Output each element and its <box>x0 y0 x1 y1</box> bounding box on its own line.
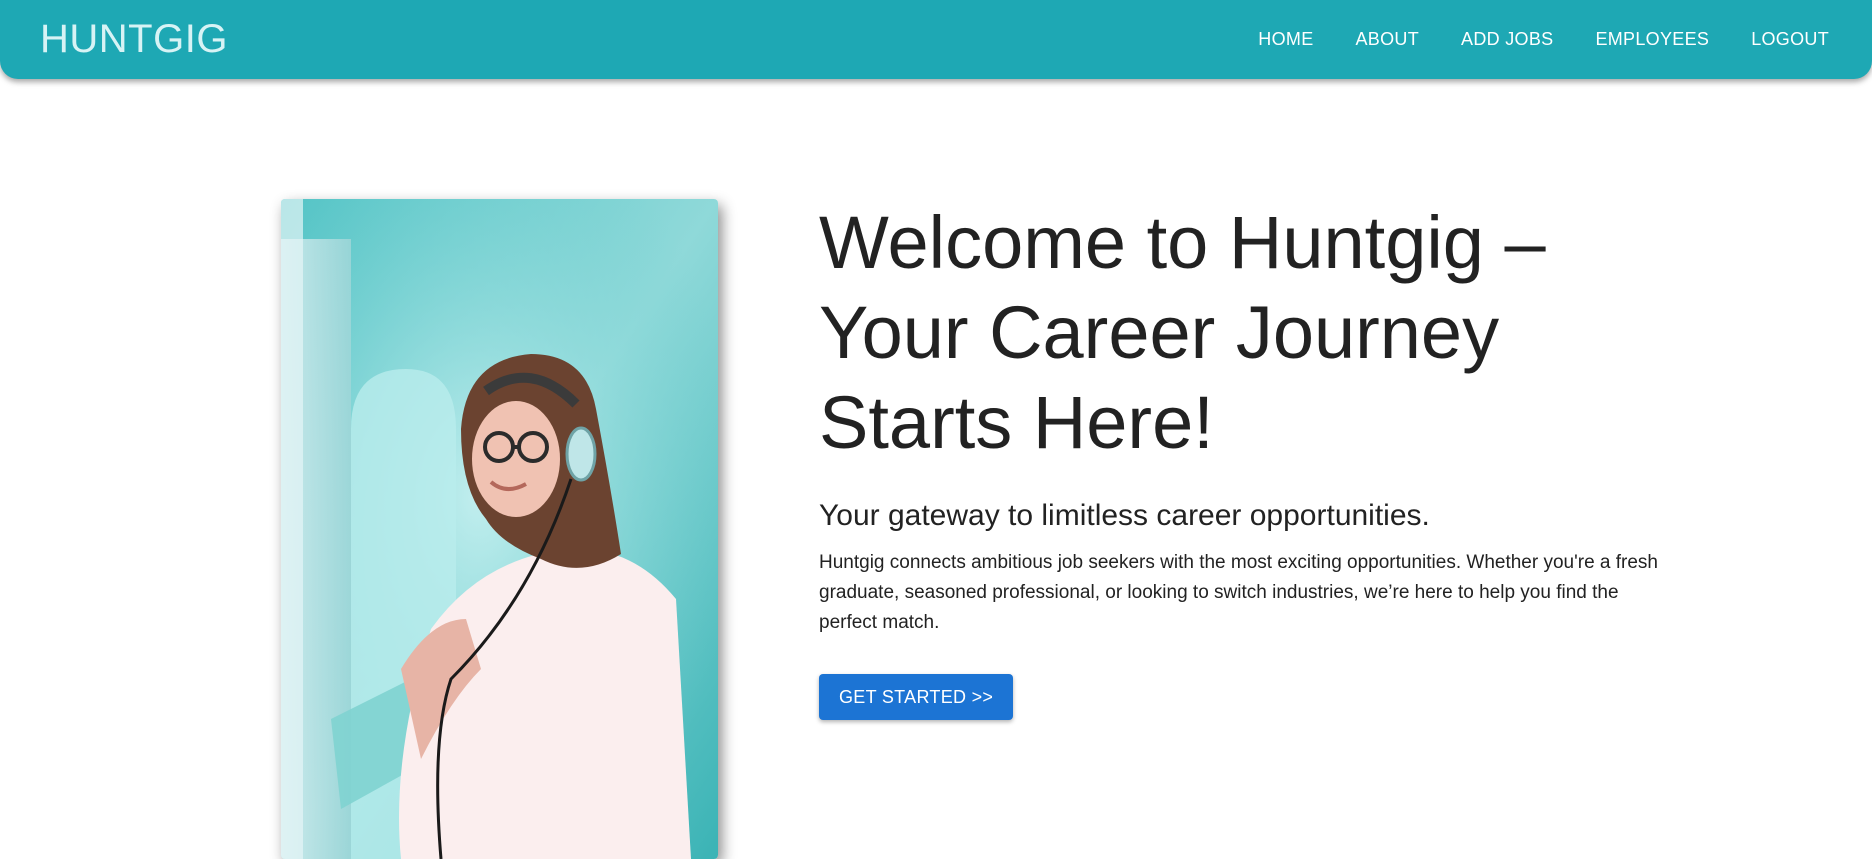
nav-logout[interactable]: LOGOUT <box>1730 21 1829 58</box>
hero-subtitle: Your gateway to limitless career opportu… <box>819 499 1430 532</box>
nav-add-jobs[interactable]: ADD JOBS <box>1440 21 1574 58</box>
hero-section: Welcome to Huntgig – Your Career Journey… <box>819 198 1679 720</box>
app-header: HUNTGIG HOME ABOUT ADD JOBS EMPLOYEES LO… <box>0 0 1872 79</box>
main-nav: HOME ABOUT ADD JOBS EMPLOYEES LOGOUT <box>1237 21 1829 58</box>
hero-image <box>281 199 718 859</box>
get-started-button[interactable]: GET STARTED >> <box>819 674 1014 720</box>
brand-logo[interactable]: HUNTGIG <box>40 17 228 62</box>
hero-description: Huntgig connects ambitious job seekers w… <box>819 552 1658 633</box>
nav-employees[interactable]: EMPLOYEES <box>1574 21 1730 58</box>
hero-title: Welcome to Huntgig – Your Career Journey… <box>819 201 1546 464</box>
nav-about[interactable]: ABOUT <box>1335 21 1441 58</box>
nav-home[interactable]: HOME <box>1237 21 1334 58</box>
